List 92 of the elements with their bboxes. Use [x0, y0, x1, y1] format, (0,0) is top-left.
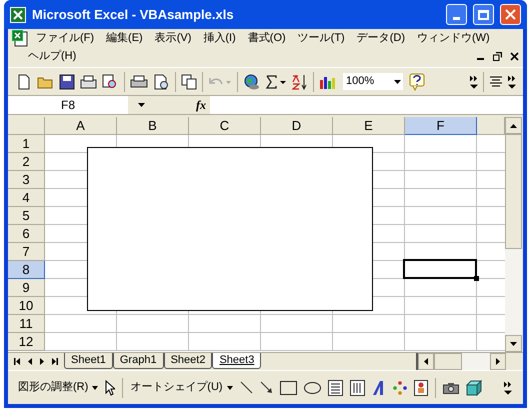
- vertical-scrollbar[interactable]: [505, 117, 522, 352]
- row-header[interactable]: 6: [8, 225, 45, 243]
- up-arrow-icon[interactable]: [510, 124, 517, 128]
- menu-item[interactable]: 表示(V): [148, 29, 198, 47]
- print-preview-icon[interactable]: [153, 74, 170, 90]
- close-icon[interactable]: [510, 52, 519, 60]
- column-header[interactable]: F: [405, 117, 477, 135]
- magnifier-icon[interactable]: [102, 74, 119, 90]
- maximize-button[interactable]: [473, 4, 494, 25]
- minimize-button[interactable]: [446, 4, 467, 25]
- scroll-thumb[interactable]: [434, 353, 462, 370]
- dropdown-arrow-icon[interactable]: [138, 103, 145, 107]
- more-options-icon[interactable]: [470, 74, 478, 88]
- active-cell[interactable]: [403, 259, 477, 279]
- row-header[interactable]: 8: [8, 261, 45, 279]
- row-header[interactable]: 2: [8, 153, 45, 171]
- row-header[interactable]: 12: [8, 333, 45, 351]
- wordart-icon[interactable]: [372, 380, 386, 396]
- sheet-tab[interactable]: Sheet3: [212, 353, 262, 369]
- dropdown-arrow-icon[interactable]: [226, 386, 233, 390]
- down-arrow-icon[interactable]: [510, 342, 517, 346]
- menu-item[interactable]: 挿入(I): [197, 29, 242, 47]
- pointer-icon[interactable]: [105, 380, 116, 396]
- align-center-icon[interactable]: [489, 76, 503, 88]
- camera-icon[interactable]: [442, 382, 459, 394]
- menu-item[interactable]: データ(D): [350, 29, 411, 47]
- autoshapes-button[interactable]: オートシェイプ(U): [130, 379, 233, 396]
- sort-ascending-icon[interactable]: [292, 74, 308, 90]
- previous-sheet-icon[interactable]: [28, 358, 32, 365]
- workbook-icon[interactable]: [12, 30, 28, 47]
- row-header[interactable]: 9: [8, 279, 45, 297]
- menu-item[interactable]: ウィンドウ(W): [411, 29, 496, 47]
- close-button[interactable]: [500, 4, 521, 25]
- insert-function-button[interactable]: fx: [196, 96, 206, 114]
- menu-item[interactable]: ツール(T): [292, 29, 351, 47]
- menu-item[interactable]: 書式(O): [242, 29, 292, 47]
- sheet-tab[interactable]: Sheet2: [164, 353, 212, 369]
- dropdown-arrow-icon[interactable]: [394, 80, 401, 84]
- column-header[interactable]: A: [45, 117, 117, 135]
- row-header[interactable]: 4: [8, 189, 45, 207]
- sum-icon[interactable]: [265, 74, 287, 90]
- name-box[interactable]: F8: [60, 96, 75, 114]
- column-header[interactable]: C: [189, 117, 261, 135]
- excel-logo-icon: [10, 6, 26, 22]
- dropdown-arrow-icon[interactable]: [92, 386, 98, 390]
- window-title: Microsoft Excel - VBAsample.xls: [32, 6, 235, 24]
- row-header[interactable]: 5: [8, 207, 45, 225]
- scroll-down-button[interactable]: [505, 335, 522, 352]
- scroll-thumb[interactable]: [505, 134, 522, 249]
- last-sheet-icon[interactable]: [52, 358, 58, 365]
- clip-art-icon[interactable]: [414, 380, 428, 396]
- zoom-dropdown[interactable]: 100%: [342, 72, 404, 91]
- row-header[interactable]: 7: [8, 243, 45, 261]
- sheet-tab[interactable]: Graph1: [112, 353, 164, 369]
- more-options-icon[interactable]: [504, 380, 512, 394]
- copy-icon[interactable]: [181, 74, 197, 90]
- menu-item[interactable]: 編集(E): [100, 29, 149, 47]
- next-sheet-icon[interactable]: [40, 358, 44, 365]
- scroll-right-button[interactable]: [490, 353, 506, 370]
- printer-mail-icon[interactable]: [80, 74, 97, 90]
- new-file-icon[interactable]: [16, 74, 32, 90]
- globe-icon[interactable]: [243, 74, 260, 90]
- right-arrow-icon[interactable]: [496, 358, 500, 365]
- draw-menu-button[interactable]: 図形の調整(R): [18, 379, 98, 396]
- line-icon[interactable]: [240, 381, 253, 394]
- restore-icon[interactable]: [493, 52, 502, 60]
- rectangle-icon[interactable]: [280, 380, 297, 394]
- diagram-icon[interactable]: [392, 380, 407, 394]
- left-arrow-icon[interactable]: [424, 358, 428, 365]
- row-header[interactable]: 3: [8, 171, 45, 189]
- scroll-up-button[interactable]: [505, 117, 522, 134]
- sheet-tab[interactable]: Sheet1: [64, 353, 113, 369]
- help-icon[interactable]: [409, 72, 425, 90]
- column-header[interactable]: D: [261, 117, 333, 135]
- menu-item[interactable]: ファイル(F): [28, 29, 100, 47]
- arrow-icon[interactable]: [260, 381, 273, 394]
- more-options-icon[interactable]: [508, 74, 516, 88]
- text-box-icon[interactable]: [328, 380, 343, 396]
- save-icon[interactable]: [59, 74, 75, 90]
- column-header[interactable]: E: [333, 117, 405, 135]
- print-icon[interactable]: [130, 74, 148, 90]
- horizontal-scrollbar[interactable]: [416, 353, 506, 370]
- 3d-box-icon[interactable]: [466, 380, 482, 396]
- menu-item[interactable]: ヘルプ(H): [12, 47, 76, 65]
- column-header[interactable]: B: [117, 117, 189, 135]
- vertical-text-box-icon[interactable]: [350, 380, 365, 396]
- first-sheet-icon[interactable]: [14, 358, 20, 365]
- row-header[interactable]: 10: [8, 297, 45, 315]
- scroll-left-button[interactable]: [418, 353, 434, 370]
- oval-icon[interactable]: [304, 382, 321, 394]
- row-header[interactable]: 1: [8, 135, 45, 153]
- row-header[interactable]: 11: [8, 315, 45, 333]
